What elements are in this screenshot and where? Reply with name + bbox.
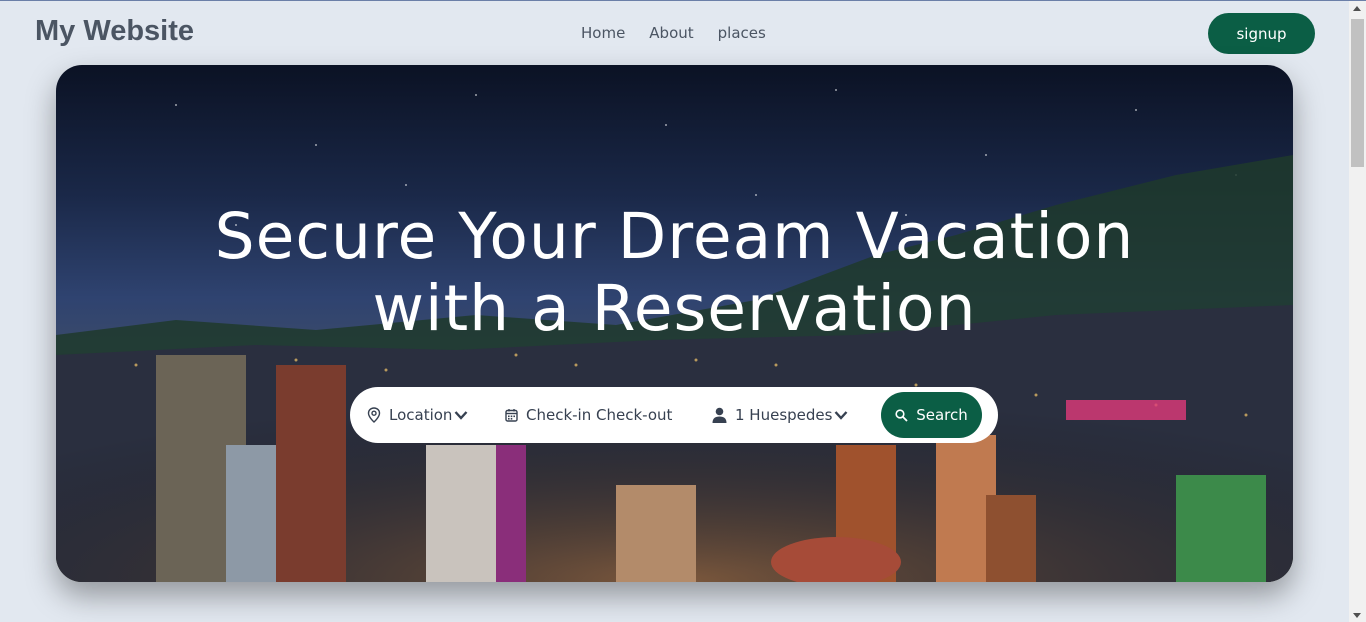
- chevron-down-icon: [835, 411, 848, 420]
- hero-banner: Secure Your Dream Vacation with a Reserv…: [56, 65, 1293, 582]
- reservation-search-bar: Location Check-in Check-out 1 Huespedes: [350, 387, 998, 443]
- guests-select[interactable]: 1 Huespedes: [712, 387, 856, 443]
- main-nav: Home About places: [581, 24, 766, 42]
- dates-label: Check-in Check-out: [526, 406, 673, 424]
- calendar-icon: [505, 409, 518, 422]
- user-icon: [712, 407, 727, 423]
- map-pin-icon: [367, 407, 381, 423]
- search-button-label: Search: [916, 406, 968, 424]
- site-logo[interactable]: My Website: [35, 15, 194, 48]
- scroll-up-arrow-icon[interactable]: [1353, 6, 1361, 11]
- nav-link-home[interactable]: Home: [581, 24, 625, 42]
- guests-label: 1 Huespedes: [735, 406, 833, 424]
- date-range-picker[interactable]: Check-in Check-out: [505, 387, 672, 443]
- scroll-down-arrow-icon[interactable]: [1353, 613, 1361, 618]
- top-navbar: My Website Home About places signup: [0, 1, 1349, 65]
- nav-link-about[interactable]: About: [649, 24, 693, 42]
- vertical-scrollbar[interactable]: [1349, 1, 1366, 622]
- signup-button[interactable]: signup: [1208, 13, 1315, 54]
- nav-link-places[interactable]: places: [718, 24, 766, 42]
- location-select[interactable]: Location: [367, 387, 476, 443]
- scrollbar-thumb[interactable]: [1351, 19, 1364, 167]
- hero-heading-line-2: with a Reservation: [372, 272, 977, 345]
- hero-heading-line-1: Secure Your Dream Vacation: [214, 200, 1135, 273]
- hero-heading: Secure Your Dream Vacation with a Reserv…: [56, 201, 1293, 345]
- chevron-down-icon: [455, 411, 468, 420]
- search-icon: [895, 408, 908, 422]
- search-button[interactable]: Search: [881, 392, 982, 438]
- location-label: Location: [389, 406, 453, 424]
